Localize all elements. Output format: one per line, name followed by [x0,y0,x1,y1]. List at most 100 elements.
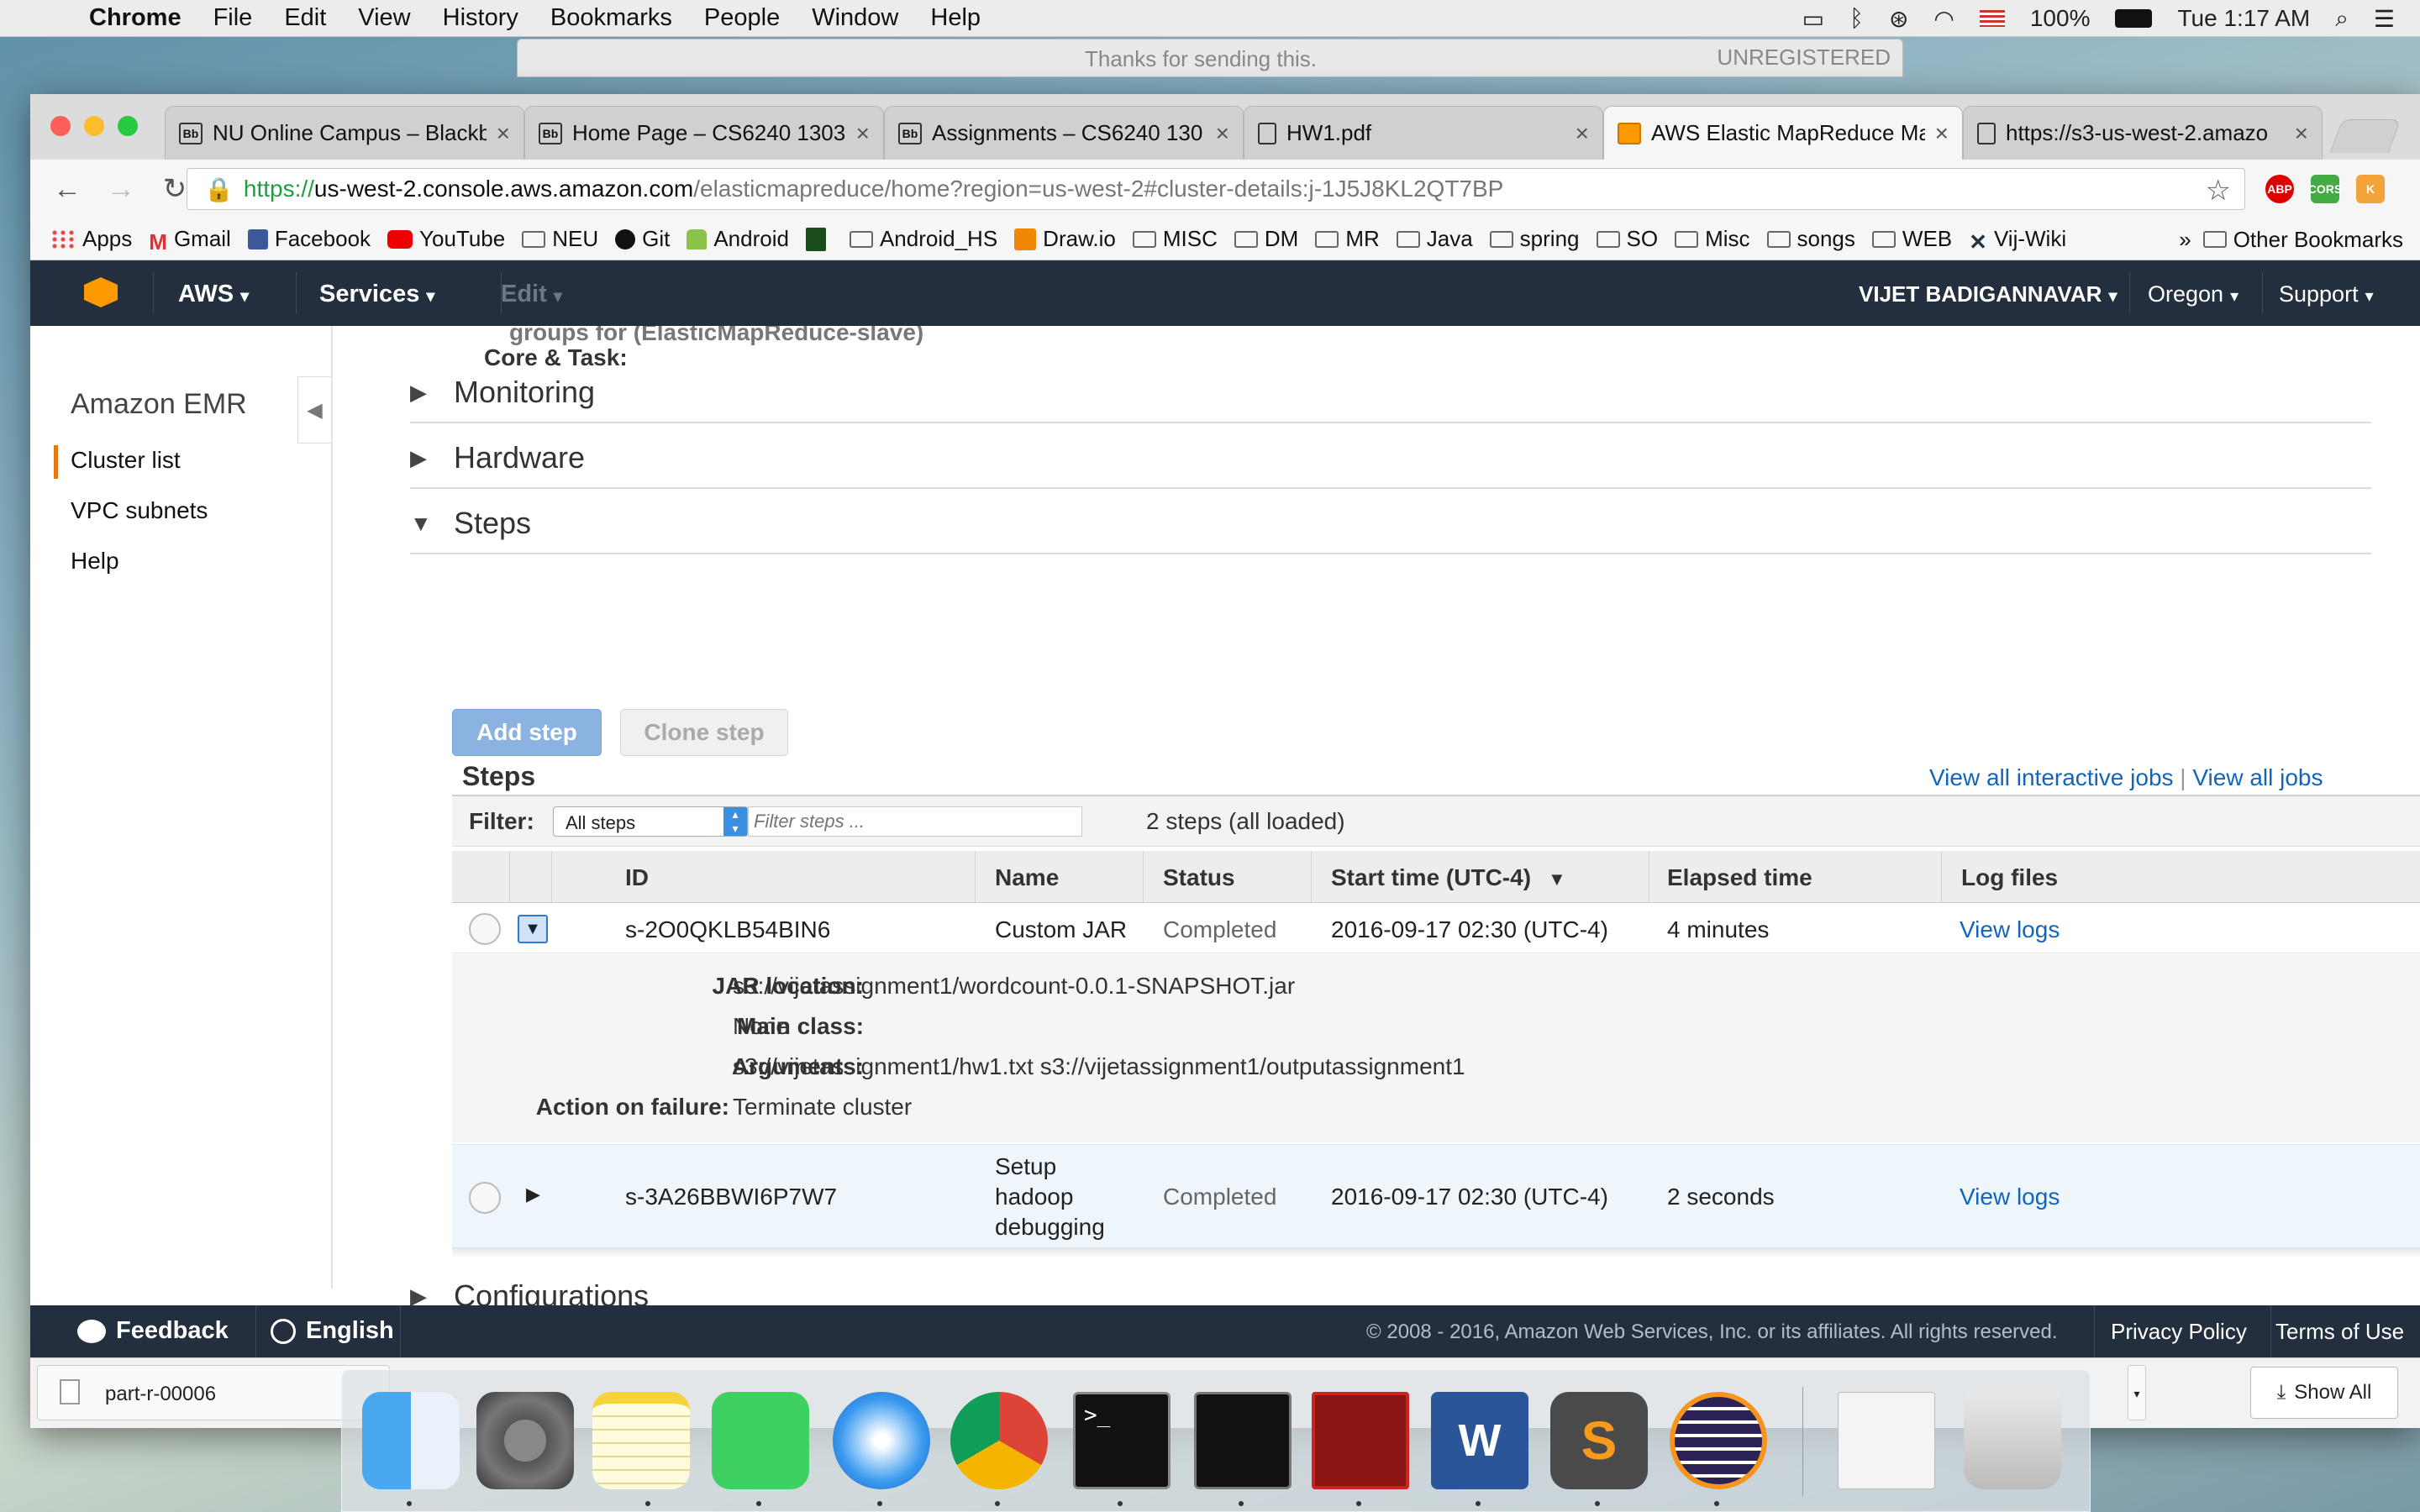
bookmark-facebook[interactable]: Facebook [247,226,371,252]
aws-menu[interactable]: AWS ▾ [178,281,249,308]
sidebar-item-vpc-subnets[interactable]: VPC subnets [71,497,208,524]
bookmark-java[interactable]: Java [1396,226,1473,252]
close-tab-icon[interactable]: × [1576,120,1589,147]
row-select-radio[interactable] [469,1182,501,1214]
airplay-icon[interactable]: ▭ [1802,5,1824,33]
bookmark-android[interactable]: Android [687,226,789,252]
new-tab-button[interactable] [2329,119,2402,153]
filter-steps-input[interactable] [748,806,1082,837]
close-tab-icon[interactable]: × [1935,120,1949,147]
bookmark-web[interactable]: WEB [1871,226,1952,252]
hardware-section[interactable]: ▶ Hardware [410,425,2371,489]
safari-icon[interactable] [833,1392,930,1489]
add-step-button[interactable]: Add step [452,709,602,756]
back-arrow-icon[interactable]: ← [50,173,84,206]
accessibility-icon[interactable]: ⊛ [1889,5,1908,33]
terminal-icon[interactable]: >_ [1073,1392,1171,1489]
menu-view[interactable]: View [358,4,410,32]
menu-edit[interactable]: Edit [284,4,326,32]
menu-help[interactable]: Help [930,4,981,32]
adobe-reader-icon[interactable] [1312,1392,1409,1489]
menu-app-name[interactable]: Chrome [89,4,182,32]
clone-step-button[interactable]: Clone step [620,709,788,756]
view-all-interactive-jobs-link[interactable]: View all interactive jobs [1929,764,2174,790]
bookmark-leaf[interactable] [805,227,833,251]
monitoring-section[interactable]: ▶ Monitoring [410,360,2371,423]
tab-hw1-pdf[interactable]: HW1.pdf × [1244,106,1603,160]
column-header-name[interactable]: Name [995,864,1059,891]
step-filter-select[interactable]: All steps ▴ ▾ [553,806,748,837]
tab-home-page[interactable]: Bb Home Page – CS6240 1303 × [524,106,884,160]
bookmark-songs[interactable]: songs [1766,226,1855,252]
aws-cube-icon[interactable] [84,277,118,307]
sidebar-item-help[interactable]: Help [71,548,119,575]
menu-history[interactable]: History [443,4,518,32]
view-logs-link[interactable]: View logs [1960,916,2060,943]
bookmark-vij-wiki[interactable]: ✕ Vij-Wiki [1969,226,2066,255]
system-preferences-icon[interactable] [476,1392,574,1489]
privacy-policy-link[interactable]: Privacy Policy [2111,1319,2247,1345]
collapse-row-toggle[interactable]: ▼ [518,915,548,943]
menu-window[interactable]: Window [812,4,898,32]
terms-of-use-link[interactable]: Terms of Use [2275,1319,2404,1345]
bookmark-so[interactable]: SO [1596,226,1658,252]
column-header-log-files[interactable]: Log files [1961,864,2058,891]
notes-icon[interactable] [592,1392,690,1489]
minimize-window-button[interactable] [84,116,104,136]
bookmark-youtube[interactable]: YouTube [387,226,505,252]
bookmark-git[interactable]: Git [615,226,670,252]
edit-menu[interactable]: Edit ▾ [501,281,562,308]
battery-icon[interactable] [2115,9,2153,28]
trash-icon[interactable] [1964,1392,2061,1489]
bookmark-apps[interactable]: Apps [50,226,132,252]
zoom-window-button[interactable] [118,116,138,136]
bookmarks-overflow-button[interactable]: » [2179,227,2191,253]
view-all-jobs-link[interactable]: View all jobs [2192,764,2323,790]
finder-icon[interactable] [362,1392,460,1489]
menu-people[interactable]: People [704,4,780,32]
feedback-link[interactable]: Feedback [77,1317,229,1345]
table-row[interactable]: ▼ s-2O0QKLB54BIN6 Custom JAR Completed 2… [452,903,2420,953]
support-menu[interactable]: Support ▾ [2279,281,2374,308]
minimized-window-icon[interactable] [1838,1392,1935,1489]
menu-file[interactable]: File [213,4,253,32]
close-tab-icon[interactable]: × [2295,120,2308,147]
tab-s3-url[interactable]: https://s3-us-west-2.amazo × [1963,106,2323,160]
tab-aws-emr[interactable]: AWS Elastic MapReduce Ma × [1603,106,1963,160]
show-all-downloads-button[interactable]: ⤓ Show All [2250,1367,2398,1419]
column-header-id[interactable]: ID [625,864,649,891]
sublime-text-icon[interactable]: S [1550,1392,1648,1489]
forward-arrow-icon[interactable]: → [104,173,138,206]
bookmark-dm[interactable]: DM [1234,226,1298,252]
bookmark-android-hs[interactable]: Android_HS [849,226,997,252]
wifi-icon[interactable]: ◠ [1933,5,1954,33]
view-logs-link[interactable]: View logs [1960,1184,2060,1210]
column-header-status[interactable]: Status [1163,864,1235,891]
configurations-section[interactable]: ▶ Configurations [410,1263,2371,1305]
activity-monitor-icon[interactable] [1194,1392,1292,1489]
bookmark-neu[interactable]: NEU [522,226,598,252]
row-select-radio[interactable] [469,913,501,945]
bookmark-mr[interactable]: MR [1315,226,1380,252]
extension-icon[interactable]: K [2356,175,2385,203]
bookmark-spring[interactable]: spring [1489,226,1580,252]
bookmark-misc[interactable]: Misc [1675,226,1750,252]
bookmark-gmail[interactable]: M Gmail [149,226,231,255]
chrome-icon[interactable] [950,1392,1048,1489]
background-window[interactable]: Thanks for sending this. UNREGISTERED [517,39,1903,77]
services-menu[interactable]: Services ▾ [319,281,434,308]
adblock-icon[interactable]: ABP [2265,175,2294,203]
close-window-button[interactable] [50,116,71,136]
download-menu-button[interactable]: ▾ [2128,1365,2146,1420]
column-header-elapsed-time[interactable]: Elapsed time [1667,864,1812,891]
expand-row-toggle[interactable]: ▶ [526,1184,540,1205]
language-selector[interactable]: English [271,1317,394,1345]
eclipse-icon[interactable] [1670,1392,1767,1489]
bookmark-drawio[interactable]: Draw.io [1014,226,1116,252]
cors-extension-icon[interactable]: CORS [2308,175,2342,203]
close-tab-icon[interactable]: × [1216,120,1229,147]
notification-center-icon[interactable]: ☰ [2374,5,2395,33]
tab-assignments[interactable]: Bb Assignments – CS6240 130 × [884,106,1244,160]
region-menu[interactable]: Oregon ▾ [2148,281,2238,308]
user-menu[interactable]: VIJET BADIGANNAVAR ▾ [1859,281,2118,308]
